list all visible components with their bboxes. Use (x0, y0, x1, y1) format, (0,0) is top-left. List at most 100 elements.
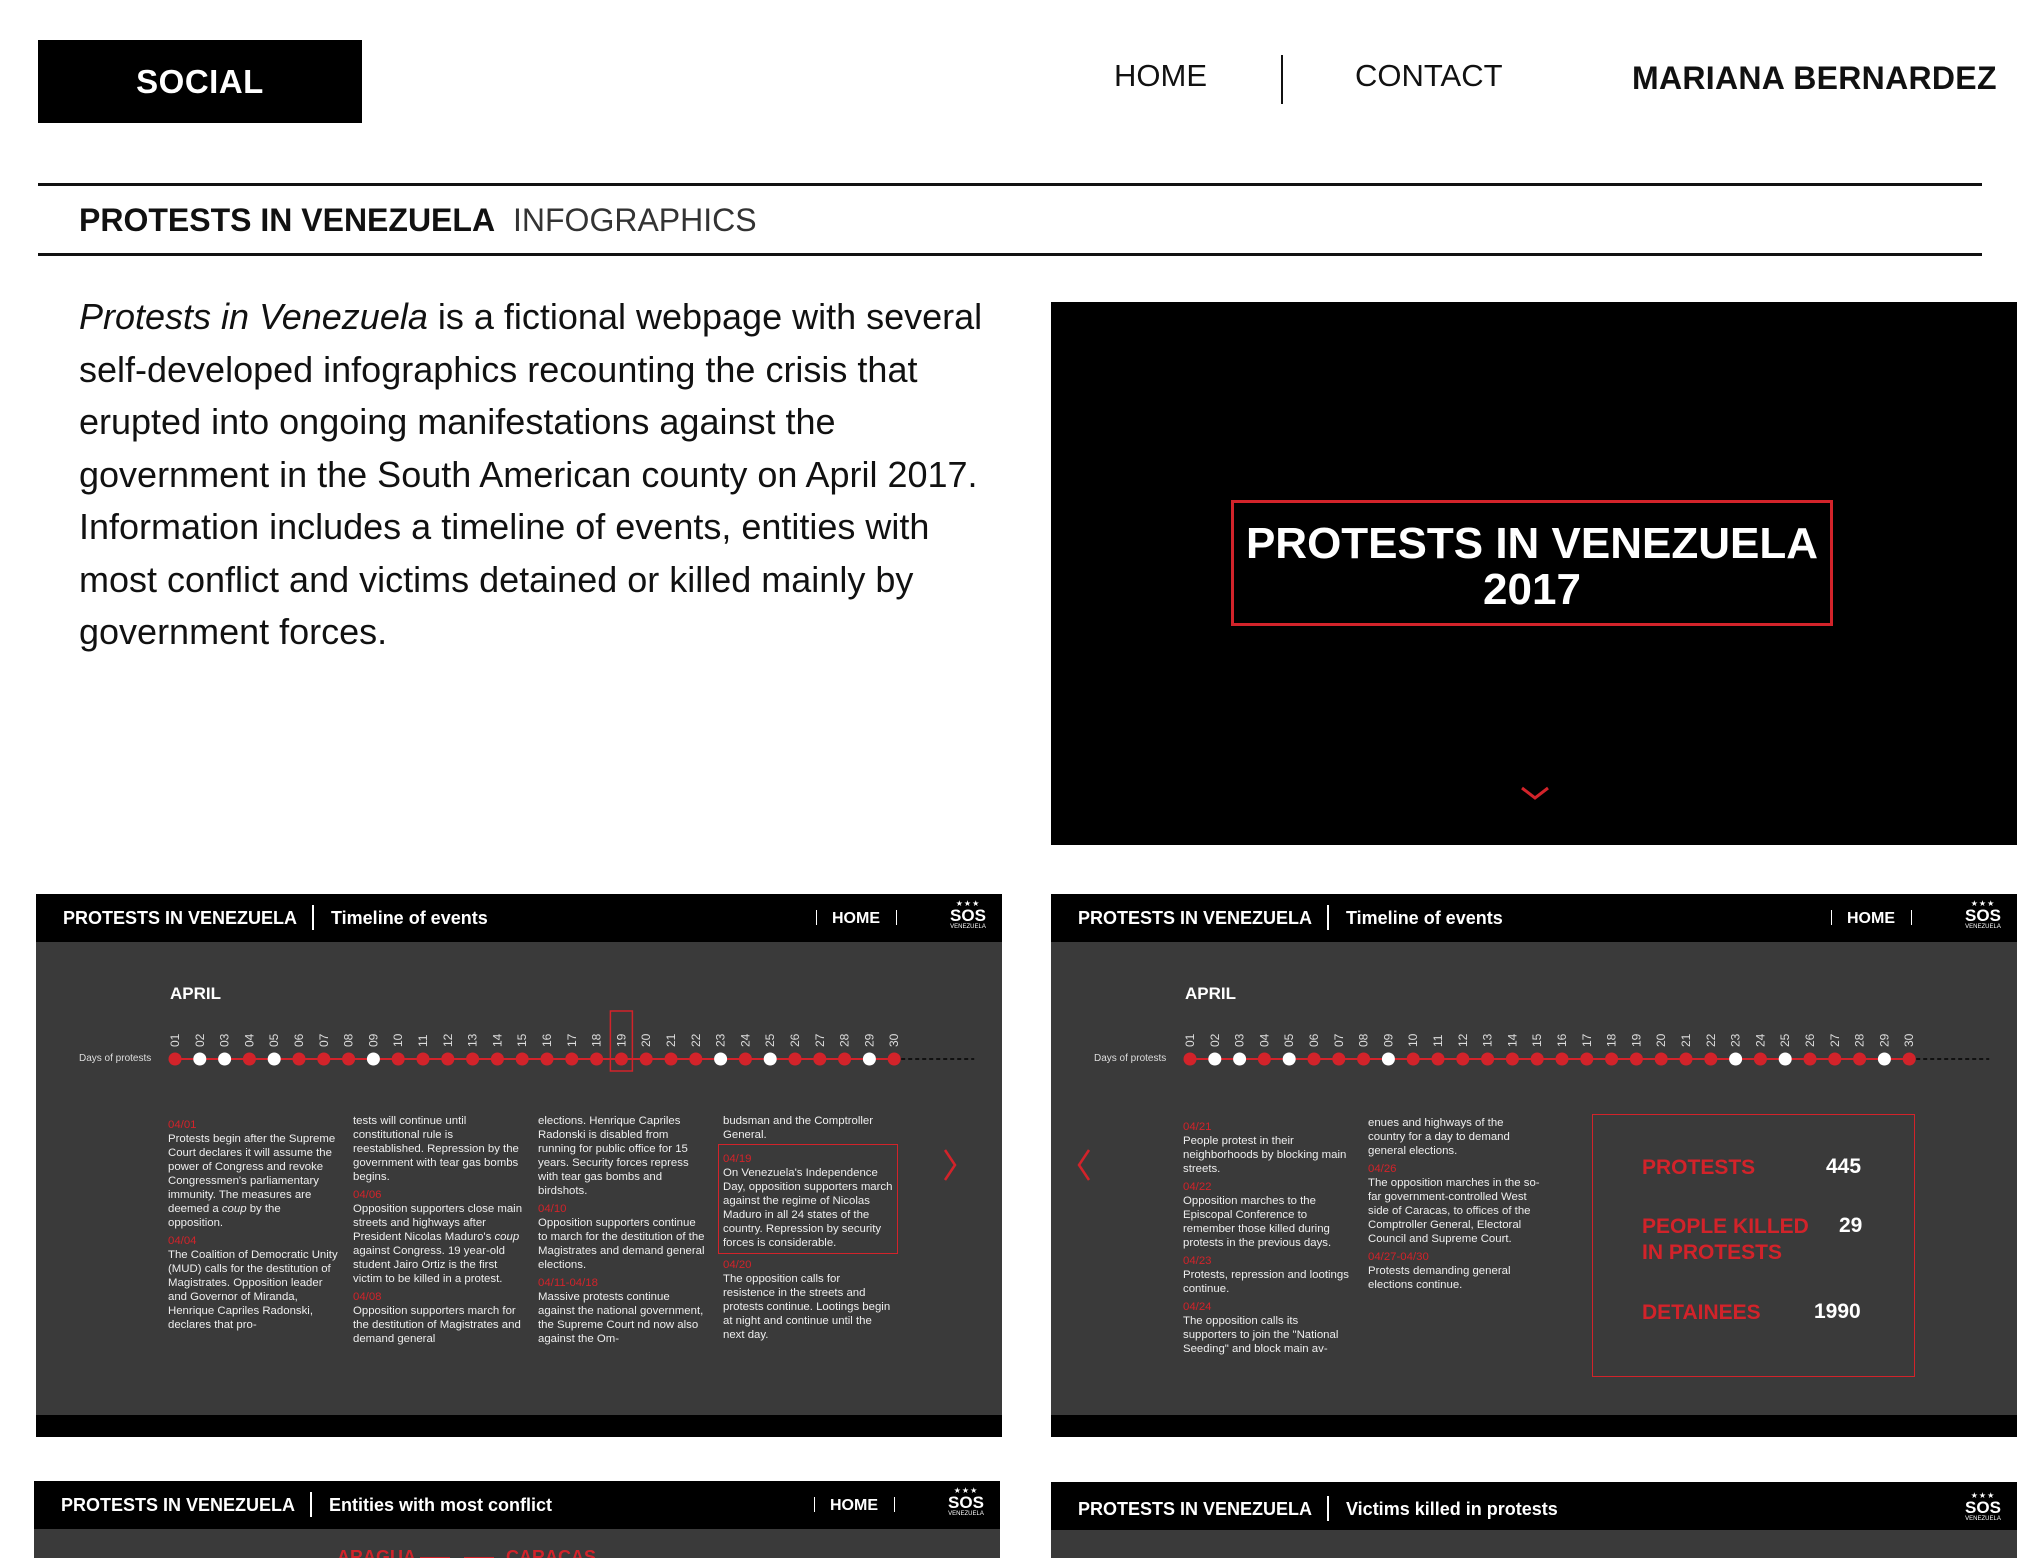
panel-header: PROTESTS IN VENEZUELA Entities with most… (34, 1481, 1000, 1529)
entry-date: 04/01 (168, 1119, 197, 1131)
author-name[interactable]: MARIANA BERNARDEZ (1632, 60, 1997, 97)
entry-text: Opposition supporters march for the dest… (353, 1305, 521, 1345)
day-number: 08 (342, 1033, 356, 1047)
sos-logo: ★★★ SOS VENEZUELA (942, 1487, 990, 1518)
day-dot-red (614, 1052, 628, 1066)
day-number: 13 (1481, 1033, 1495, 1047)
sos-logo-text: SOS (948, 1493, 984, 1512)
day-number: 25 (1778, 1033, 1792, 1047)
day-dot-red (1679, 1052, 1693, 1066)
panel-home-link[interactable]: HOME (832, 910, 880, 928)
timeline-entry: 04/04 The Coalition of Democratic Unity (… (168, 1234, 338, 1332)
day-number: 14 (1505, 1033, 1519, 1047)
entry-text: The opposition marches in the so-far gov… (1368, 1177, 1540, 1245)
city-label: CARACAS (506, 1547, 596, 1558)
day-dot-red (813, 1052, 827, 1066)
sos-logo-sub: VENEZUELA (950, 924, 986, 930)
timeline-panel-1: PROTESTS IN VENEZUELA Timeline of events… (36, 894, 1002, 1437)
day-number: 16 (1555, 1033, 1569, 1047)
entry-date: 04/23 (1183, 1255, 1212, 1267)
timeline-column: enues and highways of the country for a … (1368, 1116, 1543, 1292)
panel-site-title: PROTESTS IN VENEZUELA (63, 908, 298, 928)
sos-logo-sub: VENEZUELA (1965, 924, 2001, 930)
panel-home-link[interactable]: HOME (830, 1497, 878, 1515)
day-number: 04 (1257, 1033, 1271, 1047)
day-dot-red (738, 1052, 752, 1066)
entry-date: 04/04 (168, 1235, 197, 1247)
day-number: 06 (292, 1033, 306, 1047)
entry-text: Protests demanding general elections con… (1368, 1265, 1511, 1291)
day-dot-red (1580, 1052, 1594, 1066)
nav-contact-link[interactable]: CONTACT (1355, 58, 1503, 94)
timeline-column: budsman and the Comptroller General. 04/1… (718, 1114, 898, 1342)
timeline-panel-2: PROTESTS IN VENEZUELA Timeline of events… (1051, 894, 2017, 1437)
sos-logo-text: SOS (1965, 906, 2001, 925)
day-dot-red (1654, 1052, 1668, 1066)
day-number: 25 (763, 1033, 777, 1047)
timeline-entry: 04/06 Opposition supporters close main st… (353, 1188, 523, 1286)
day-number: 29 (1877, 1033, 1891, 1047)
entry-date: 04/06 (353, 1189, 382, 1201)
days-timeline: 01 02 03 04 05 06 07 08 09 10 11 12 13 14 15 16 17 18 19 20… (1183, 1033, 1990, 1066)
timeline-entry: 04/21 People protest in their neighborhoo… (1183, 1120, 1353, 1176)
day-dot-red (590, 1052, 604, 1066)
month-label: APRIL (170, 984, 221, 1003)
description-text: is a fictional webpage with several self… (79, 296, 983, 652)
day-number: 03 (218, 1033, 232, 1047)
day-number: 07 (1332, 1033, 1346, 1047)
stats-box: PROTESTS 445 PEOPLE KILLED IN PROTESTS 2… (1592, 1114, 1915, 1377)
day-dot-red (515, 1052, 529, 1066)
day-dot-white (1729, 1052, 1743, 1066)
sos-logo-text: SOS (950, 906, 986, 925)
panel-site-title: PROTESTS IN VENEZUELA (1078, 1499, 1313, 1519)
timeline-entry: 04/19 On Venezuela's Independence Day, op… (718, 1144, 898, 1254)
entry-text: The opposition calls its supporters to j… (1183, 1315, 1339, 1355)
panel-footer (36, 1415, 1002, 1437)
entry-text: elections. Henrique Capriles Radonski is… (538, 1115, 689, 1197)
day-dot-red (1183, 1052, 1197, 1066)
bottom-rule (38, 253, 1982, 256)
nav-home-link[interactable]: HOME (1114, 58, 1207, 94)
panel-subtitle: Victims killed in protests (1346, 1499, 1558, 1519)
panel-home-link[interactable]: HOME (1847, 910, 1895, 928)
day-number: 15 (515, 1033, 529, 1047)
sos-logo-text: SOS (1965, 1498, 2001, 1517)
entry-text: Protests, repression and lootings contin… (1183, 1269, 1349, 1295)
day-number: 15 (1530, 1033, 1544, 1047)
day-dot-white (714, 1052, 728, 1066)
timeline-entry: elections. Henrique Capriles Radonski is… (538, 1114, 708, 1198)
day-number: 14 (490, 1033, 504, 1047)
day-dot-red (168, 1052, 182, 1066)
day-dot-white (1208, 1052, 1222, 1066)
day-dot-red (1530, 1052, 1544, 1066)
entry-text: On Venezuela's Independence Day, opposit… (723, 1167, 893, 1249)
sos-logo: ★★★ SOS VENEZUELA (1959, 1492, 2007, 1523)
prev-arrow-icon[interactable] (1076, 1148, 1092, 1187)
timeline-column: elections. Henrique Capriles Radonski is… (538, 1114, 708, 1346)
panel-footer (1051, 1415, 2017, 1437)
next-arrow-icon[interactable] (942, 1148, 958, 1187)
timeline-column: 04/21 People protest in their neighborhoo… (1183, 1116, 1353, 1356)
day-dot-white (1877, 1052, 1891, 1066)
day-dot-red (639, 1052, 653, 1066)
sos-logo: ★★★ SOS VENEZUELA (944, 900, 992, 931)
day-dot-red (1357, 1052, 1371, 1066)
entry-date: 04/11-04/18 (538, 1277, 598, 1289)
day-dot-red (242, 1052, 256, 1066)
social-button[interactable]: SOCIAL (38, 40, 362, 123)
panel-header: PROTESTS IN VENEZUELA Victims killed in … (1051, 1482, 2017, 1530)
project-category: INFOGRAPHICS (513, 202, 757, 238)
day-dot-red (1828, 1052, 1842, 1066)
day-dot-white (1233, 1052, 1247, 1066)
entry-italic: coup (221, 1203, 247, 1215)
entry-date: 04/26 (1368, 1163, 1397, 1175)
day-dot-red (1555, 1052, 1569, 1066)
timeline-entry: 04/22 Opposition marches to the Episcopal… (1183, 1180, 1353, 1250)
timeline-entry: 04/01 Protests begin after the Supreme Co… (168, 1118, 338, 1230)
day-number: 21 (1679, 1033, 1693, 1047)
entry-italic: coup (494, 1231, 520, 1243)
day-dot-red (540, 1052, 554, 1066)
day-dot-red (1481, 1052, 1495, 1066)
entry-date: 04/10 (538, 1203, 567, 1215)
entry-text: Opposition supporters continue to march … (538, 1217, 705, 1271)
